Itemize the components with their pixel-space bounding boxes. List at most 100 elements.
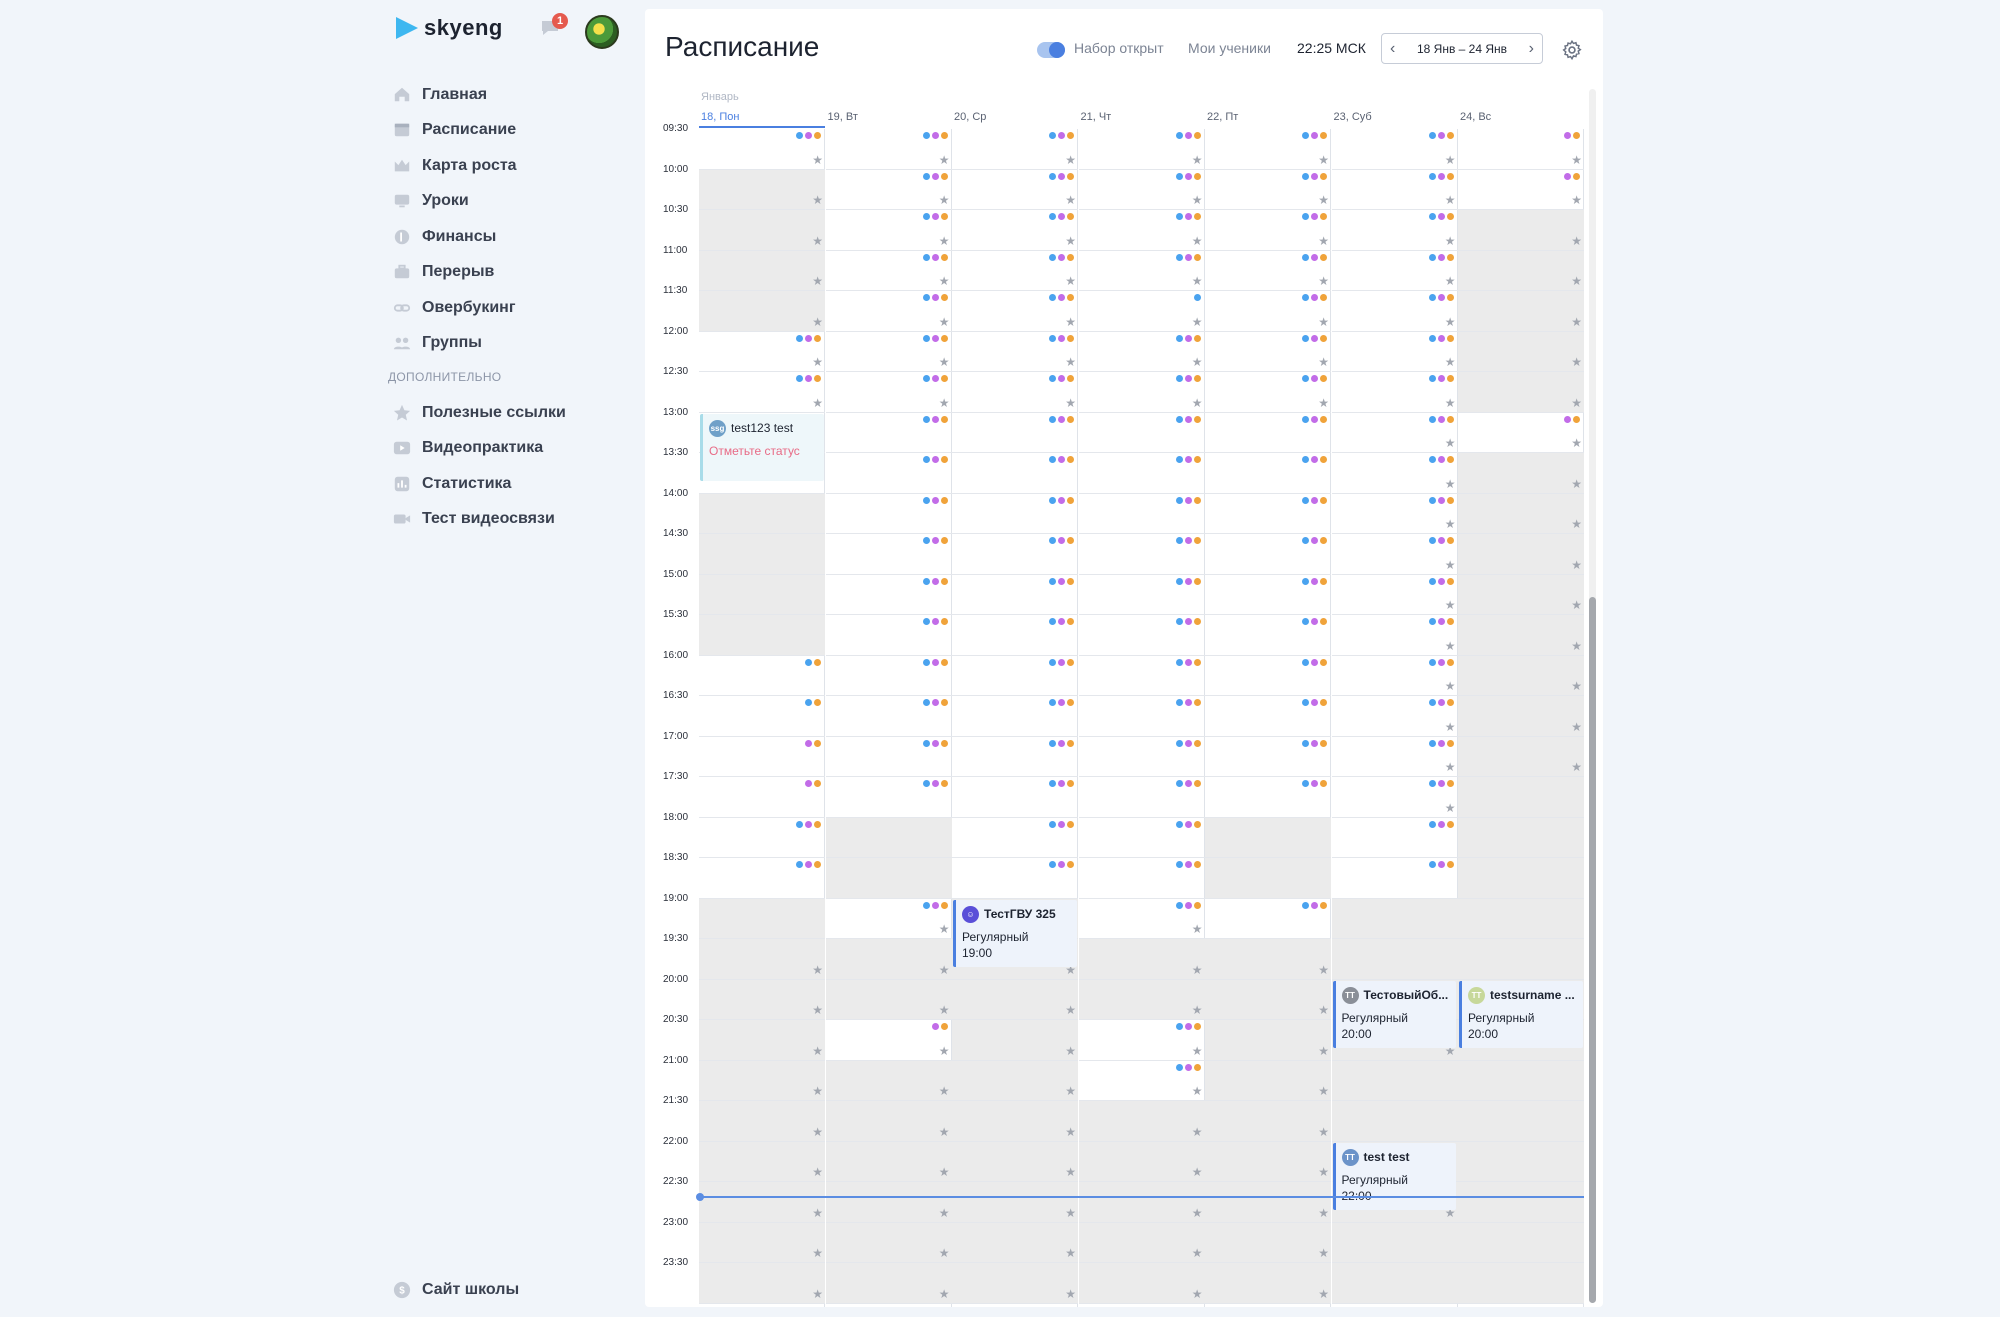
- time-slot[interactable]: ★: [825, 1263, 952, 1304]
- star-icon[interactable]: ★: [1445, 640, 1456, 652]
- time-slot[interactable]: ★: [952, 1060, 1078, 1101]
- star-icon[interactable]: ★: [939, 275, 950, 287]
- star-icon[interactable]: ★: [1445, 518, 1456, 530]
- lesson-card[interactable]: ☺ ТестГВУ 325 Регулярный 19:00: [953, 899, 1077, 967]
- star-icon[interactable]: ★: [1571, 478, 1582, 490]
- time-slot[interactable]: ★: [825, 332, 952, 372]
- time-slot[interactable]: [952, 818, 1078, 858]
- time-slot[interactable]: ★: [825, 1101, 952, 1142]
- time-slot[interactable]: [1458, 1141, 1584, 1182]
- time-slot[interactable]: ★: [952, 1263, 1078, 1304]
- time-slot[interactable]: ★: [1205, 1222, 1331, 1263]
- time-slot[interactable]: ★: [1078, 1263, 1205, 1304]
- time-slot[interactable]: ★: [1458, 372, 1584, 413]
- time-slot[interactable]: ★: [1458, 534, 1584, 575]
- time-slot[interactable]: ★: [1458, 493, 1584, 534]
- time-slot[interactable]: [1331, 939, 1458, 980]
- star-icon[interactable]: ★: [1192, 194, 1203, 206]
- star-icon[interactable]: ★: [1318, 397, 1329, 409]
- time-slot[interactable]: ★: [825, 899, 952, 939]
- time-slot[interactable]: ★: [1458, 574, 1584, 615]
- time-slot[interactable]: [952, 494, 1078, 534]
- notifications-button[interactable]: 1: [540, 13, 568, 38]
- time-slot[interactable]: ★: [1331, 777, 1458, 818]
- star-icon[interactable]: ★: [1065, 1247, 1076, 1259]
- star-icon[interactable]: ★: [1571, 761, 1582, 773]
- time-slot[interactable]: [1205, 615, 1331, 656]
- my-students-link[interactable]: Мои ученики: [1188, 40, 1271, 56]
- star-icon[interactable]: ★: [939, 1207, 950, 1219]
- time-slot[interactable]: ★: [1205, 170, 1331, 210]
- time-slot[interactable]: [952, 615, 1078, 656]
- star-icon[interactable]: ★: [1571, 356, 1582, 368]
- time-slot[interactable]: ★: [825, 979, 952, 1020]
- star-icon[interactable]: ★: [1445, 154, 1456, 166]
- time-slot[interactable]: [952, 656, 1078, 696]
- star-icon[interactable]: ★: [1192, 1207, 1203, 1219]
- time-slot[interactable]: ★: [825, 210, 952, 251]
- star-icon[interactable]: ★: [812, 154, 823, 166]
- time-slot[interactable]: ★: [825, 170, 952, 210]
- time-slot[interactable]: [1331, 1101, 1458, 1142]
- star-icon[interactable]: ★: [1192, 1045, 1203, 1057]
- time-slot[interactable]: [1205, 534, 1331, 575]
- time-slot[interactable]: ★: [1331, 534, 1458, 575]
- time-slot[interactable]: [1078, 413, 1205, 453]
- star-icon[interactable]: ★: [1065, 1045, 1076, 1057]
- star-icon[interactable]: ★: [1445, 316, 1456, 328]
- star-icon[interactable]: ★: [1445, 397, 1456, 409]
- star-icon[interactable]: ★: [1065, 397, 1076, 409]
- star-icon[interactable]: ★: [1065, 194, 1076, 206]
- gear-icon[interactable]: [1561, 39, 1583, 61]
- time-slot[interactable]: [1078, 494, 1205, 534]
- time-slot[interactable]: [1458, 817, 1584, 858]
- time-slot[interactable]: ★: [1205, 1060, 1331, 1101]
- sidebar-item-crown[interactable]: Карта роста: [392, 148, 622, 184]
- next-week-button[interactable]: ›: [1529, 40, 1534, 58]
- time-slot[interactable]: [825, 656, 952, 696]
- time-slot[interactable]: ★: [1458, 129, 1584, 170]
- star-icon[interactable]: ★: [812, 1004, 823, 1016]
- time-slot[interactable]: [952, 696, 1078, 737]
- time-slot[interactable]: [699, 534, 825, 575]
- time-slot[interactable]: ★: [1078, 170, 1205, 210]
- time-slot[interactable]: ★: [699, 1060, 825, 1101]
- time-slot[interactable]: ★: [699, 1020, 825, 1061]
- time-slot[interactable]: [1458, 1101, 1584, 1142]
- time-slot[interactable]: ★: [1205, 372, 1331, 413]
- time-slot[interactable]: ★: [1331, 615, 1458, 656]
- day-header[interactable]: 19, Вт: [826, 111, 952, 123]
- time-slot[interactable]: [1205, 777, 1331, 818]
- time-slot[interactable]: [1078, 818, 1205, 858]
- time-slot[interactable]: [699, 858, 825, 899]
- star-icon[interactable]: ★: [939, 154, 950, 166]
- star-icon[interactable]: ★: [812, 1045, 823, 1057]
- star-icon[interactable]: ★: [939, 1085, 950, 1097]
- time-slot[interactable]: ★: [1205, 1141, 1331, 1182]
- sidebar-item-suitcase[interactable]: Перерыв: [392, 255, 622, 291]
- time-slot[interactable]: [825, 615, 952, 656]
- lesson-card[interactable]: ssg test123 test Отметьте статус: [700, 413, 824, 481]
- time-slot[interactable]: ★: [825, 129, 952, 170]
- time-slot[interactable]: ★: [1458, 696, 1584, 737]
- time-slot[interactable]: ★: [699, 1222, 825, 1263]
- sidebar-item-group[interactable]: Группы: [392, 326, 622, 362]
- time-slot[interactable]: ★: [1078, 1101, 1205, 1142]
- time-slot[interactable]: ★: [1205, 1101, 1331, 1142]
- lesson-card[interactable]: TT testsurname ... Регулярный 20:00: [1459, 980, 1583, 1048]
- star-icon[interactable]: ★: [1318, 275, 1329, 287]
- star-icon[interactable]: ★: [1318, 1004, 1329, 1016]
- star-icon[interactable]: ★: [1318, 154, 1329, 166]
- sidebar-item-camera[interactable]: Тест видеосвязи: [392, 502, 622, 538]
- time-slot[interactable]: ★: [1331, 737, 1458, 777]
- star-icon[interactable]: ★: [1192, 154, 1203, 166]
- time-slot[interactable]: ★: [825, 1060, 952, 1101]
- time-slot[interactable]: ★: [1078, 129, 1205, 170]
- sidebar-item-home[interactable]: Главная: [392, 77, 622, 113]
- time-slot[interactable]: [1331, 818, 1458, 858]
- star-icon[interactable]: ★: [1445, 437, 1456, 449]
- star-icon[interactable]: ★: [812, 397, 823, 409]
- time-slot[interactable]: ★: [1331, 696, 1458, 737]
- time-slot[interactable]: ★: [1458, 615, 1584, 656]
- day-header[interactable]: 23, Суб: [1332, 111, 1458, 123]
